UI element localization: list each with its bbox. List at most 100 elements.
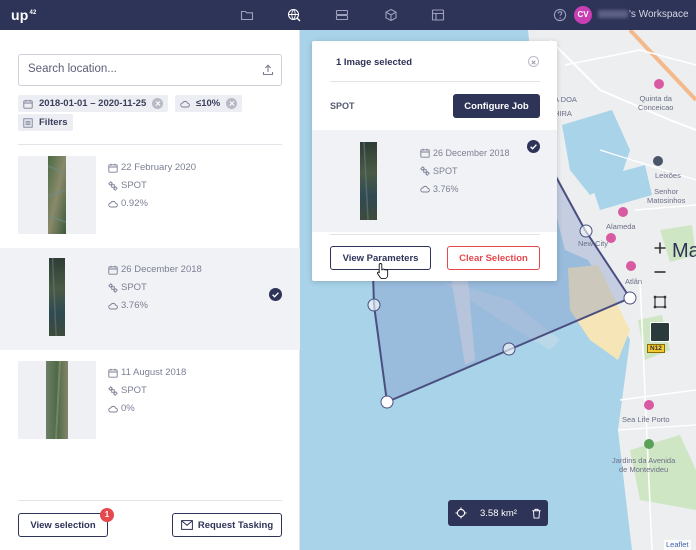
folder-icon[interactable] xyxy=(240,8,254,22)
configure-job-button[interactable]: Configure Job xyxy=(453,94,540,118)
map-label-a-doa: A DOA xyxy=(554,95,577,104)
result-item[interactable]: 22 February 2020 SPOT 0.92% xyxy=(0,148,300,250)
result-sensor: SPOT xyxy=(108,282,147,293)
popup-item-sensor: SPOT xyxy=(420,166,458,176)
result-cloud: 3.76% xyxy=(108,300,148,311)
search-box xyxy=(18,54,282,86)
result-date: 11 August 2018 xyxy=(108,367,186,378)
map-label-atlan: Atlân xyxy=(625,277,643,286)
clear-selection-button[interactable]: Clear Selection xyxy=(447,246,540,270)
result-date: 22 February 2020 xyxy=(108,162,196,173)
storage-icon[interactable] xyxy=(335,8,349,22)
mail-icon xyxy=(180,520,193,530)
satellite-icon xyxy=(108,180,118,191)
popup-selected-item[interactable]: 26 December 2018 SPOT 3.76% xyxy=(312,130,557,232)
popup-sensor: SPOT xyxy=(330,101,355,111)
map-attribution[interactable]: Leaflet xyxy=(664,540,691,550)
clear-selection-label: Clear Selection xyxy=(459,252,528,264)
plus-icon xyxy=(654,242,666,254)
map-label-leixoes: Leixões xyxy=(655,171,681,180)
result-date: 26 December 2018 xyxy=(108,264,202,275)
date-range-chip[interactable]: 2018-01-01 – 2020-11-25 xyxy=(18,95,169,112)
request-tasking-button[interactable]: Request Tasking xyxy=(172,513,282,537)
road-sign-badge: N12 xyxy=(647,344,665,353)
calendar-icon xyxy=(108,368,118,378)
result-item[interactable]: 11 August 2018 SPOT 0% xyxy=(0,350,300,452)
map-label-new-city: New City xyxy=(578,239,609,248)
divider xyxy=(330,81,540,82)
result-cloud: 0.92% xyxy=(108,198,148,209)
zoom-in-button[interactable] xyxy=(649,237,671,259)
close-icon[interactable] xyxy=(528,56,539,67)
sidebar: 2018-01-01 – 2020-11-25 ≤10% Filters 22 … xyxy=(0,30,300,550)
map-label-senhor: Senhor Matosinhos xyxy=(647,187,686,205)
result-cloud: 0% xyxy=(108,403,135,414)
zoom-out-button[interactable] xyxy=(649,261,671,283)
area-value: 3.58 km² xyxy=(480,508,517,519)
configure-job-label: Configure Job xyxy=(464,100,529,112)
cloud-cover-label: ≤10% xyxy=(196,98,221,109)
result-sensor: SPOT xyxy=(108,385,147,396)
satellite-icon xyxy=(420,166,430,176)
selection-count-badge: 1 xyxy=(100,508,114,522)
view-selection-button[interactable]: View selection xyxy=(18,513,108,537)
selected-check-icon[interactable] xyxy=(527,140,540,153)
logo[interactable]: up42 xyxy=(11,7,37,23)
satellite-layer-button[interactable] xyxy=(650,322,670,342)
trash-icon[interactable] xyxy=(531,508,542,519)
hand-cursor-icon xyxy=(377,263,389,280)
map-label-jardins: Jardins da Avenida de Montevideu xyxy=(612,456,676,474)
top-bar: up42 CV 's Workspace xyxy=(0,0,696,30)
draw-rectangle-button[interactable] xyxy=(649,291,671,313)
map-label-alameda: Alameda xyxy=(606,222,636,231)
remove-date-filter-icon[interactable] xyxy=(152,98,164,109)
result-thumbnail xyxy=(18,156,96,234)
popup-title: 1 Image selected xyxy=(336,57,413,68)
select-area-icon xyxy=(653,295,667,309)
request-tasking-label: Request Tasking xyxy=(197,519,274,531)
locate-icon[interactable] xyxy=(455,507,467,519)
search-input[interactable] xyxy=(28,63,248,75)
result-thumbnail xyxy=(18,361,96,439)
redacted-name xyxy=(598,10,628,19)
cube-icon[interactable] xyxy=(384,8,398,22)
cloud-icon xyxy=(108,200,118,207)
cloud-icon xyxy=(420,185,430,193)
workspace-switcher[interactable]: 's Workspace xyxy=(598,9,689,20)
help-icon[interactable] xyxy=(553,8,567,22)
calendar-icon xyxy=(108,265,118,275)
result-thumbnail xyxy=(18,258,96,336)
map-label-sea-life: Sea Life Porto xyxy=(622,415,670,424)
calendar-icon xyxy=(420,148,430,158)
map-label-quinta: Quinta da Conceicao xyxy=(638,94,674,112)
satellite-icon xyxy=(108,385,118,396)
popup-item-date: 26 December 2018 xyxy=(420,148,510,158)
catalog-icon[interactable] xyxy=(431,8,445,22)
divider xyxy=(18,144,282,145)
globe-search-icon[interactable] xyxy=(287,8,301,22)
divider xyxy=(18,500,282,501)
filters-label: Filters xyxy=(39,117,68,128)
cloud-icon xyxy=(108,302,118,309)
upload-icon[interactable] xyxy=(261,63,275,77)
popup-thumbnail xyxy=(360,142,377,220)
selection-popup: 1 Image selected SPOT Configure Job 26 D… xyxy=(312,41,557,281)
calendar-icon xyxy=(23,99,33,109)
calendar-icon xyxy=(108,163,118,173)
view-selection-label: View selection xyxy=(30,519,96,531)
satellite-icon xyxy=(108,282,118,293)
divider xyxy=(330,234,540,235)
cloud-icon xyxy=(108,405,118,412)
avatar[interactable]: CV xyxy=(574,6,592,24)
cloud-icon xyxy=(180,100,190,107)
date-range-label: 2018-01-01 – 2020-11-25 xyxy=(39,98,147,109)
filters-button[interactable]: Filters xyxy=(18,114,73,131)
map-label-mat: Mat xyxy=(672,240,696,262)
selected-check-icon[interactable] xyxy=(269,288,282,301)
cloud-cover-chip[interactable]: ≤10% xyxy=(175,95,243,112)
filters-icon xyxy=(23,117,33,128)
result-item-selected[interactable]: 26 December 2018 SPOT 3.76% xyxy=(0,248,300,350)
popup-item-cloud: 3.76% xyxy=(420,184,459,194)
remove-cloud-filter-icon[interactable] xyxy=(226,98,238,109)
result-sensor: SPOT xyxy=(108,180,147,191)
